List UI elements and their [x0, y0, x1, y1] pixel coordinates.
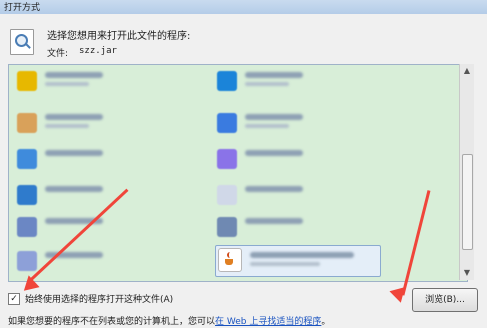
program-icon [17, 113, 37, 133]
program-name [245, 72, 303, 78]
program-name [245, 218, 303, 224]
program-item[interactable] [17, 183, 207, 211]
program-name [45, 72, 103, 78]
window-title: 打开方式 [4, 3, 41, 13]
scroll-up-icon[interactable]: ▲ [460, 64, 474, 78]
program-list-scrollbar[interactable]: ▲ ▼ [459, 64, 474, 280]
program-publisher [245, 124, 289, 128]
prompt-text: 选择您想用来打开此文件的程序: [47, 31, 191, 42]
always-use-label: 始终使用选择的程序打开这种文件(A) [25, 295, 174, 305]
java-program-item[interactable] [215, 245, 381, 277]
program-item[interactable] [17, 111, 207, 139]
scroll-thumb[interactable] [462, 154, 473, 250]
program-item[interactable] [217, 111, 407, 139]
program-name [45, 150, 103, 156]
program-icon [217, 113, 237, 133]
program-icon [217, 149, 237, 169]
program-name [245, 114, 303, 120]
browse-button[interactable]: 浏览(B)... [412, 288, 478, 312]
program-icon [17, 185, 37, 205]
program-item[interactable] [217, 183, 407, 211]
program-item[interactable] [217, 215, 407, 243]
file-label: 文件: [47, 49, 69, 59]
program-publisher [45, 124, 89, 128]
program-icon [17, 149, 37, 169]
program-publisher [250, 262, 320, 266]
open-with-icon [10, 29, 34, 55]
program-name [45, 114, 103, 120]
program-list[interactable] [8, 64, 468, 282]
program-name [245, 186, 303, 192]
program-item[interactable] [217, 147, 407, 175]
program-item[interactable] [17, 215, 207, 243]
program-icon [217, 217, 237, 237]
file-name: szz.jar [79, 46, 117, 56]
program-item[interactable] [17, 147, 207, 175]
scroll-down-icon[interactable]: ▼ [460, 266, 474, 280]
web-search-link[interactable]: 在 Web 上寻找适当的程序 [215, 317, 321, 327]
program-icon [217, 71, 237, 91]
program-icon [17, 251, 37, 271]
program-item[interactable] [217, 69, 407, 97]
note-suffix: 。 [321, 317, 331, 327]
program-name [250, 252, 354, 258]
note-prefix: 如果您想要的程序不在列表或您的计算机上，您可以 [8, 317, 216, 327]
title-bar: 打开方式 [0, 0, 487, 14]
program-publisher [45, 82, 89, 86]
program-icon [17, 71, 37, 91]
web-search-note: 如果您想要的程序不在列表或您的计算机上，您可以在 Web 上寻找适当的程序。 [8, 314, 330, 327]
program-name [245, 150, 303, 156]
java-icon [218, 248, 242, 272]
program-item[interactable] [17, 69, 207, 97]
program-icon [217, 185, 237, 205]
program-icon [17, 217, 37, 237]
program-publisher [245, 82, 289, 86]
program-name [45, 186, 103, 192]
always-use-checkbox[interactable]: ✓ [8, 293, 20, 305]
